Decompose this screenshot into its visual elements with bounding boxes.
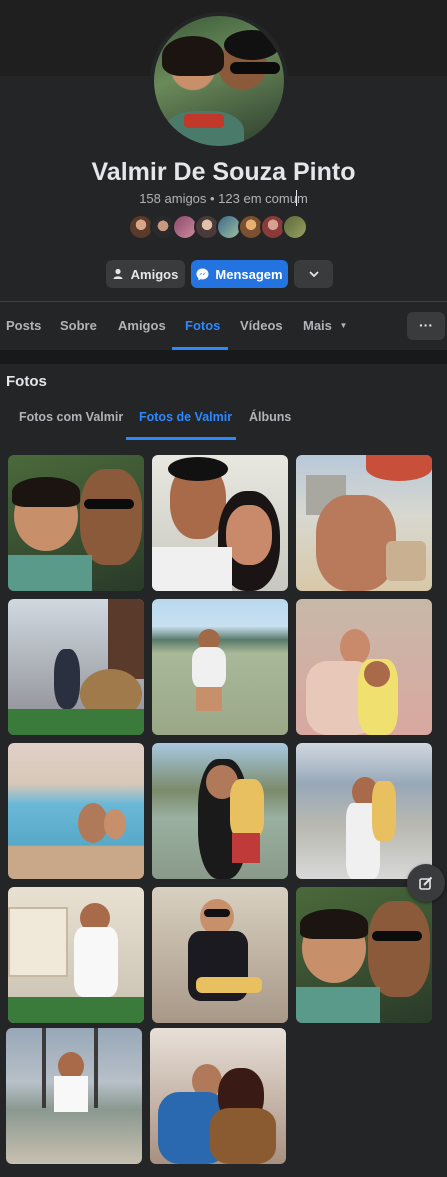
photo-thumbnail[interactable] bbox=[150, 1028, 286, 1164]
photo-thumbnail[interactable] bbox=[296, 887, 432, 1023]
photo-thumbnail[interactable] bbox=[8, 887, 144, 1023]
photo-thumbnail[interactable] bbox=[152, 599, 288, 735]
tabs-overflow-button[interactable]: ··· bbox=[407, 312, 445, 340]
photo-thumbnail[interactable] bbox=[8, 455, 144, 591]
subtab-albums[interactable]: Álbuns bbox=[249, 410, 291, 424]
message-button[interactable]: Mensagem bbox=[191, 260, 288, 288]
ellipsis-icon: ··· bbox=[419, 317, 433, 333]
profile-tabs: Posts Sobre Amigos Fotos Vídeos Mais ▼ ·… bbox=[0, 302, 447, 350]
profile-avatar[interactable] bbox=[150, 12, 288, 150]
more-actions-button[interactable] bbox=[294, 260, 333, 288]
active-subtab-indicator bbox=[126, 437, 236, 440]
photos-title: Fotos bbox=[6, 373, 47, 390]
profile-name: Valmir De Souza Pinto bbox=[91, 158, 356, 186]
edit-button[interactable] bbox=[407, 864, 445, 902]
tab-mais-label: Mais bbox=[303, 318, 332, 333]
section-gap bbox=[0, 350, 447, 364]
tab-amigos[interactable]: Amigos bbox=[118, 302, 166, 350]
message-button-label: Mensagem bbox=[215, 266, 283, 282]
tab-posts[interactable]: Posts bbox=[6, 302, 41, 350]
chevron-down-icon bbox=[308, 271, 319, 277]
tab-mais[interactable]: Mais ▼ bbox=[303, 302, 347, 350]
tab-videos[interactable]: Vídeos bbox=[240, 302, 283, 350]
photos-section: Fotos Fotos com Valmir Fotos de Valmir Á… bbox=[0, 364, 447, 1177]
photo-thumbnail[interactable] bbox=[6, 1028, 142, 1164]
friends-count[interactable]: 158 amigos • 123 em comum bbox=[0, 191, 447, 206]
photo-thumbnail[interactable] bbox=[296, 455, 432, 591]
tab-fotos[interactable]: Fotos bbox=[185, 302, 220, 350]
photo-thumbnail[interactable] bbox=[296, 599, 432, 735]
friends-button-label: Amigos bbox=[130, 266, 179, 282]
tab-sobre[interactable]: Sobre bbox=[60, 302, 97, 350]
profile-header: Valmir De Souza Pinto 158 amigos • 123 e… bbox=[0, 12, 447, 301]
photo-thumbnail[interactable] bbox=[8, 743, 144, 879]
photo-thumbnail[interactable] bbox=[152, 887, 288, 1023]
subtab-photos-of[interactable]: Fotos de Valmir bbox=[139, 410, 232, 424]
messenger-icon bbox=[196, 267, 209, 280]
edit-icon bbox=[419, 876, 433, 890]
subtab-photos-with[interactable]: Fotos com Valmir bbox=[19, 410, 123, 424]
photo-thumbnail[interactable] bbox=[8, 599, 144, 735]
caret-down-icon: ▼ bbox=[339, 321, 348, 330]
friends-button[interactable]: Amigos bbox=[106, 260, 185, 288]
text-cursor bbox=[296, 190, 297, 206]
photo-thumbnail[interactable] bbox=[152, 455, 288, 591]
friend-avatar[interactable] bbox=[282, 214, 308, 240]
photo-thumbnail[interactable] bbox=[152, 743, 288, 879]
friend-check-icon bbox=[113, 268, 123, 279]
mutual-friends-avatars[interactable] bbox=[128, 214, 308, 240]
photo-thumbnail[interactable] bbox=[296, 743, 432, 879]
